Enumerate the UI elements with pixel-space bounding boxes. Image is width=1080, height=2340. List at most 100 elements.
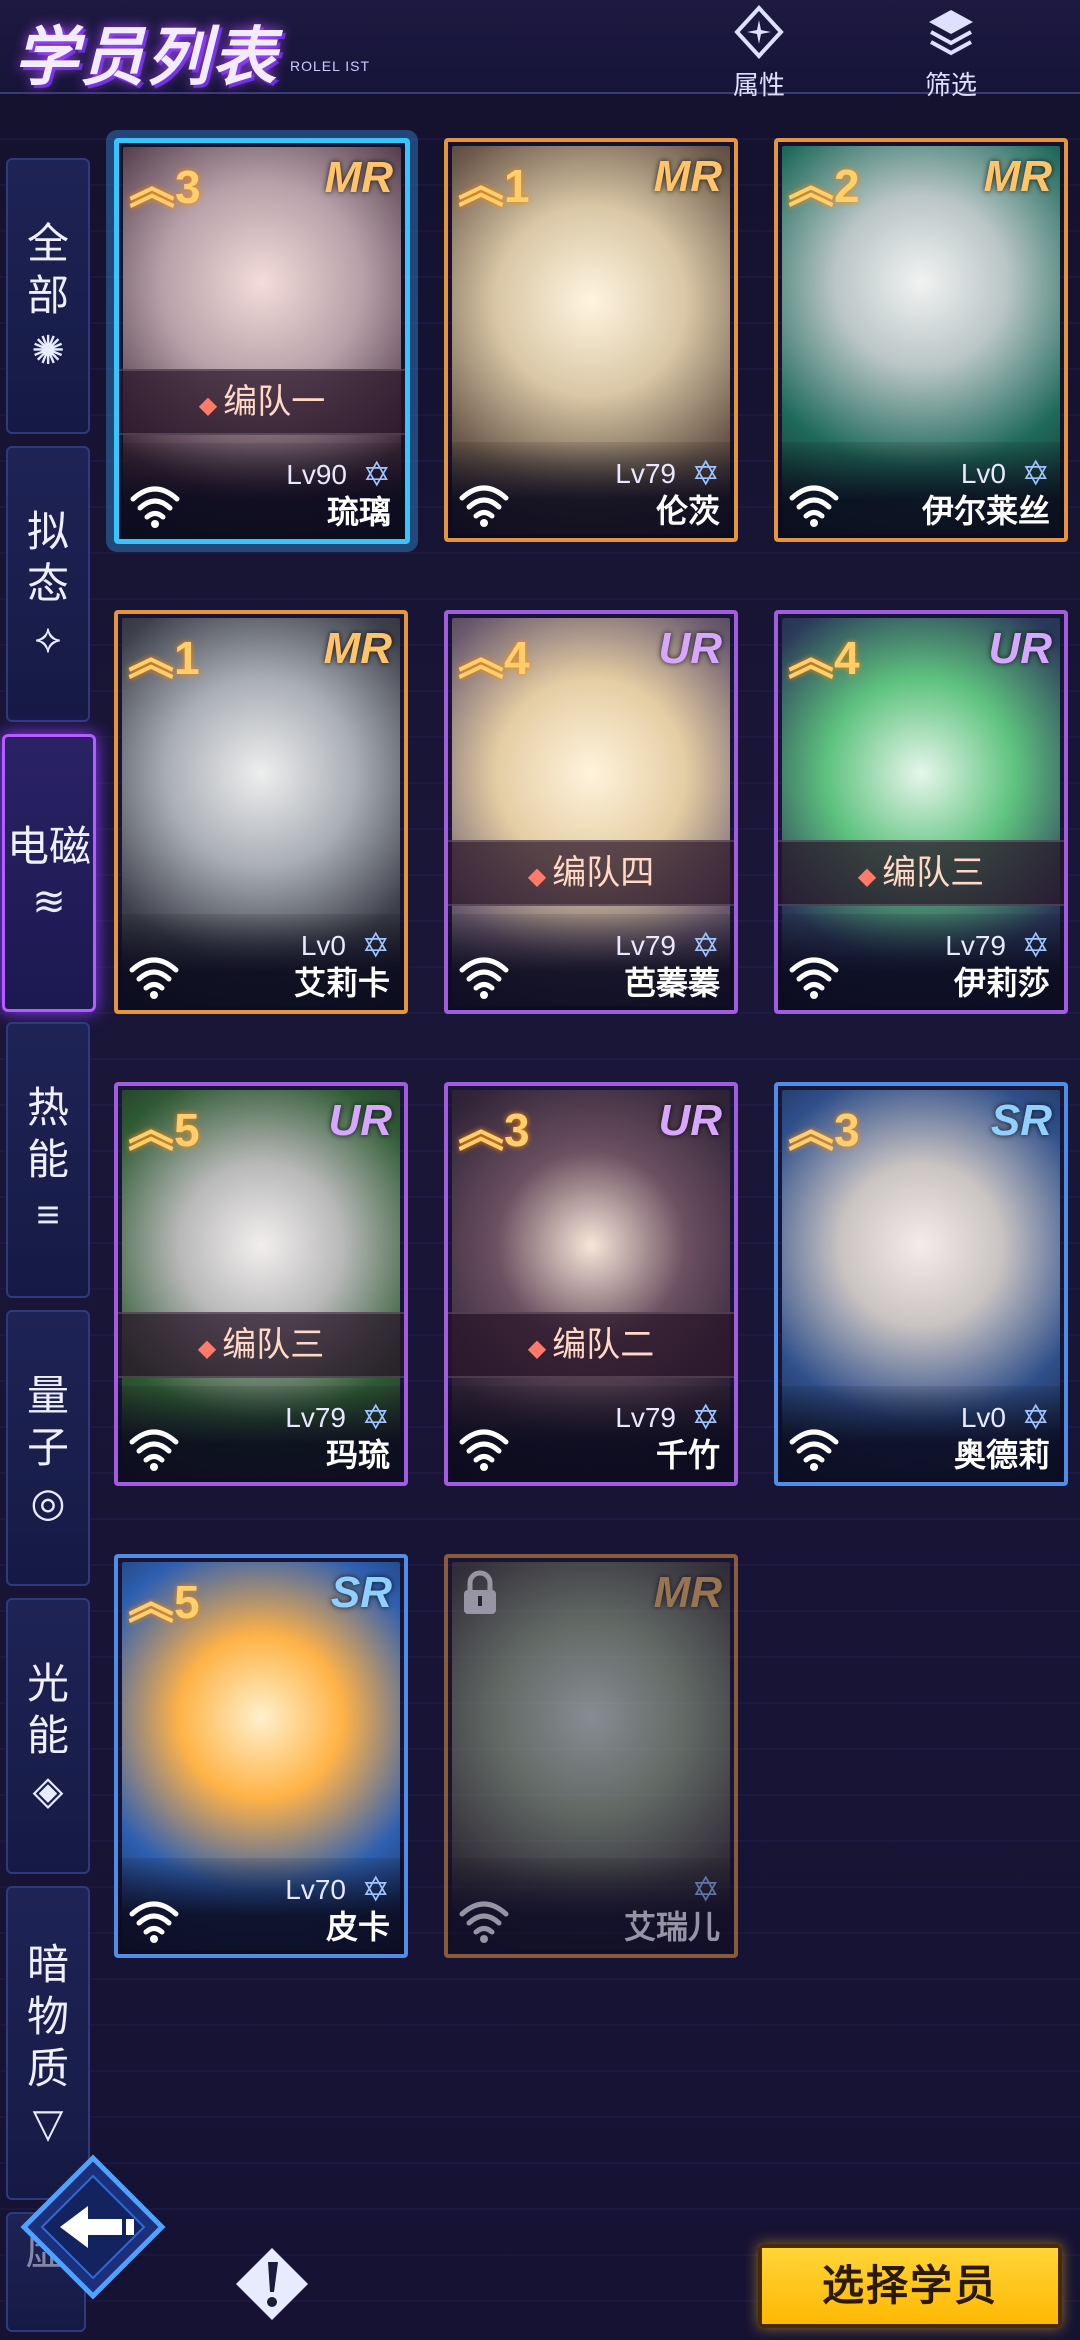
student-card[interactable]: ︽3 MR ◆ 编队一 Lv90 ✡ 琉璃 (114, 138, 410, 544)
sidebar-tab-label: 拟态 (26, 508, 69, 607)
diamond-icon: ◆ (527, 863, 547, 890)
chevron-up-icon: ︽ (458, 1104, 504, 1156)
electromagnetic-wifi-icon (130, 486, 180, 528)
star-rank: ︽3 (458, 1104, 530, 1156)
student-card[interactable]: ︽3 UR ◆ 编队二 Lv79 ✡ 千竹 (444, 1082, 738, 1486)
chevron-up-icon: ︽ (458, 160, 504, 212)
character-name: 艾瑞儿 (623, 1909, 720, 1945)
sidebar-tab-light[interactable]: 光能 ◈ (6, 1598, 90, 1874)
star-rank: ︽5 (128, 1576, 200, 1628)
chevron-up-icon: ︽ (128, 632, 174, 684)
aperture-icon: ✺ (31, 329, 65, 373)
layers-icon (929, 10, 973, 56)
rarity-badge: UR (658, 1096, 722, 1145)
electromagnetic-wifi-icon (129, 957, 179, 999)
dark-matter-icon: ▽ (32, 2102, 64, 2146)
student-card[interactable]: ︽1 MR Lv79 ✡ 伦茨 (444, 138, 738, 542)
nodes-icon: ⟡ (34, 617, 62, 661)
chevron-up-icon: ︽ (788, 160, 834, 212)
electromagnetic-wifi-icon (459, 1901, 509, 1943)
sidebar-tab-label: 全部 (26, 220, 69, 319)
page-subtitle: ROLEL IST (290, 58, 371, 74)
rarity-badge: SR (990, 1096, 1052, 1145)
sidebar-tab-all[interactable]: 全部 ✺ (6, 158, 90, 434)
diamond-icon: ◆ (198, 392, 218, 419)
select-student-button[interactable]: 选择学员 (758, 2244, 1062, 2328)
back-button[interactable] (18, 2152, 168, 2302)
student-card[interactable]: ︽2 MR Lv0 ✡ 伊尔莱丝 (774, 138, 1068, 542)
student-card[interactable]: ︽5 SR Lv70 ✡ 皮卡 (114, 1554, 408, 1958)
diamond-icon: ◆ (527, 1335, 547, 1362)
student-card[interactable]: ︽4 UR ◆ 编队四 Lv79 ✡ 芭蓁蓁 (444, 610, 738, 1014)
sidebar-tab-label: 热能 (26, 1084, 69, 1183)
rarity-badge: MR (653, 152, 722, 201)
diamond-icon: ◆ (197, 1335, 217, 1362)
star-rank: ︽5 (128, 1104, 200, 1156)
team-tag: ◆ 编队二 (448, 1312, 734, 1378)
help-button[interactable] (232, 2244, 312, 2324)
light-icon: ◈ (32, 1769, 64, 1813)
rarity-badge: UR (658, 624, 722, 673)
sidebar-tab-label: 暗物质 (26, 1941, 69, 2092)
sidebar-tab-label: 光能 (26, 1660, 69, 1759)
rarity-badge: MR (323, 624, 392, 673)
filter-button[interactable]: 筛选 (896, 4, 1006, 100)
chevron-up-icon: ︽ (128, 1576, 174, 1628)
sidebar-tab-electromagnetic[interactable]: 电磁 ≋ (2, 734, 96, 1012)
electromagnetic-wifi-icon (459, 957, 509, 999)
character-name: 奥德莉 (953, 1437, 1050, 1473)
rarity-badge: UR (988, 624, 1052, 673)
sidebar-tab-mimic[interactable]: 拟态 ⟡ (6, 446, 90, 722)
sidebar-tab-label: 量子 (26, 1372, 69, 1471)
sidebar-tab-thermal[interactable]: 热能 ≡ (6, 1022, 90, 1298)
chevron-up-icon: ︽ (128, 1104, 174, 1156)
quantum-icon: ◎ (30, 1481, 66, 1525)
rarity-badge: SR (330, 1568, 392, 1617)
star-rank: ︽2 (788, 160, 860, 212)
character-name: 琉璃 (326, 494, 391, 530)
student-card[interactable]: ︽4 UR ◆ 编队三 Lv79 ✡ 伊莉莎 (774, 610, 1068, 1014)
attribute-button[interactable]: 属性 (704, 4, 814, 100)
chevron-up-icon: ︽ (458, 632, 504, 684)
electromagnetic-wifi-icon (129, 1901, 179, 1943)
electromagnetic-wifi-icon (459, 1429, 509, 1471)
sidebar-tab-label: 电磁 (6, 823, 91, 870)
chevron-up-icon: ︽ (788, 1104, 834, 1156)
character-name: 千竹 (655, 1437, 720, 1473)
character-name: 皮卡 (325, 1909, 390, 1945)
attribute-label: 属性 (732, 70, 785, 100)
character-name: 玛琉 (325, 1437, 390, 1473)
star-rank: ︽4 (458, 632, 530, 684)
page-title: 学员列表 (14, 21, 278, 93)
diamond-icon: ◆ (857, 863, 877, 890)
star-rank: ︽3 (788, 1104, 860, 1156)
star-rank: ︽4 (788, 632, 860, 684)
wifi-icon: ≋ (32, 880, 66, 924)
filter-label: 筛选 (924, 70, 977, 100)
character-name: 伊莉莎 (953, 965, 1050, 1001)
character-name: 芭蓁蓁 (623, 965, 720, 1001)
header: 学员列表 ROLEL IST 属性 筛选 (0, 0, 1080, 100)
student-card[interactable]: ︽5 UR ◆ 编队三 Lv79 ✡ 玛琉 (114, 1082, 408, 1486)
star-rank: ︽1 (128, 632, 200, 684)
character-name: 艾莉卡 (293, 965, 390, 1001)
team-tag: ◆ 编队三 (778, 840, 1064, 906)
electromagnetic-wifi-icon (459, 485, 509, 527)
student-card[interactable]: MR ✡ 艾瑞儿 (444, 1554, 738, 1958)
electromagnetic-wifi-icon (789, 1429, 839, 1471)
rarity-badge: MR (324, 153, 393, 202)
student-card[interactable]: ︽1 MR Lv0 ✡ 艾莉卡 (114, 610, 408, 1014)
sidebar-tab-quantum[interactable]: 量子 ◎ (6, 1310, 90, 1586)
student-card[interactable]: ︽3 SR Lv0 ✡ 奥德莉 (774, 1082, 1068, 1486)
rarity-badge: UR (328, 1096, 392, 1145)
team-tag: ◆ 编队四 (448, 840, 734, 906)
electromagnetic-wifi-icon (129, 1429, 179, 1471)
team-tag: ◆ 编队一 (119, 369, 405, 435)
electromagnetic-wifi-icon (789, 957, 839, 999)
attribute-icon (734, 5, 784, 59)
star-rank: ︽3 (129, 161, 201, 213)
character-name: 伦茨 (655, 493, 720, 529)
rarity-badge: MR (983, 152, 1052, 201)
lock-icon (464, 1570, 496, 1614)
team-tag: ◆ 编队三 (118, 1312, 404, 1378)
